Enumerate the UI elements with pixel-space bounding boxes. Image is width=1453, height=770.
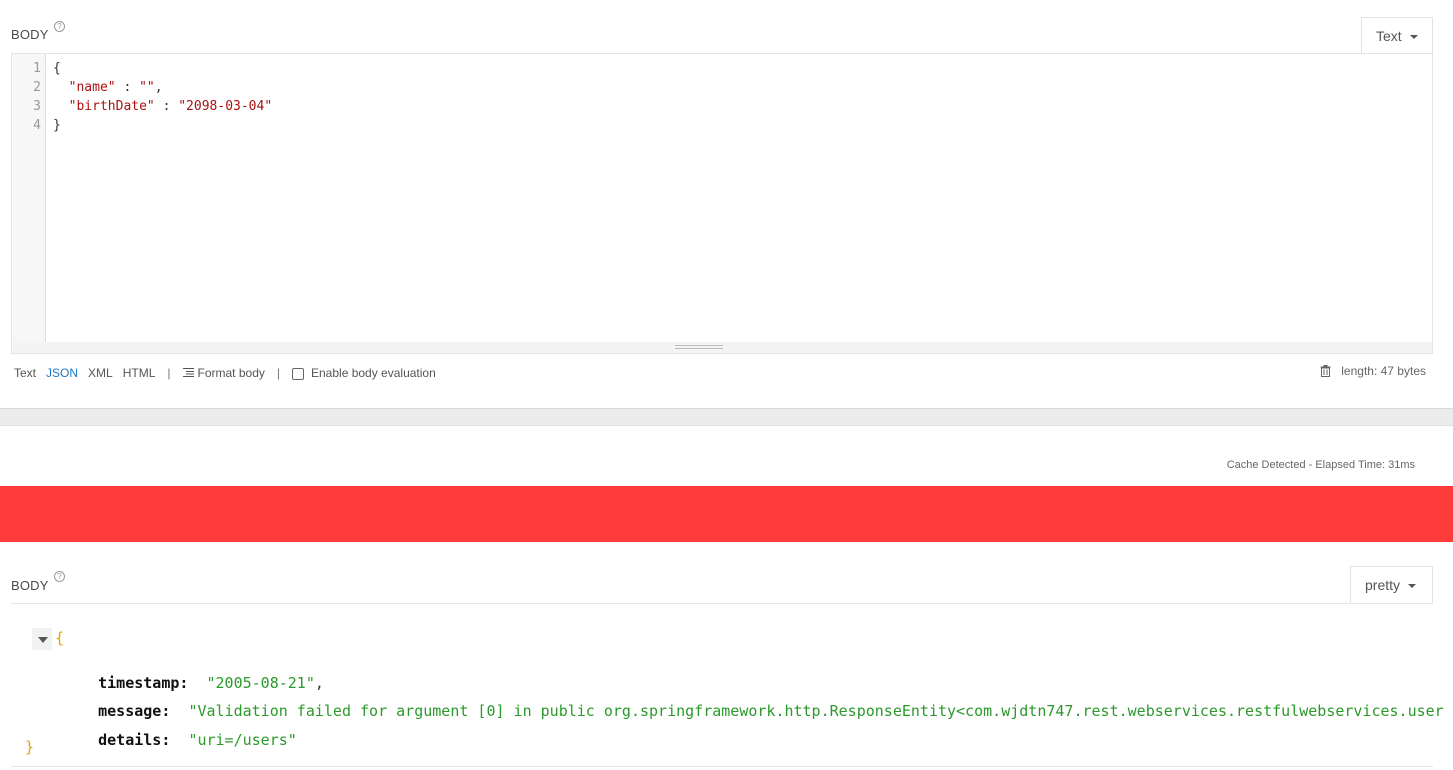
code-token-punct: ,: [154, 80, 163, 95]
body-type-dropdown[interactable]: Text: [1361, 17, 1433, 53]
json-value: "uri=/users": [188, 731, 297, 749]
editor-resize-handle[interactable]: [11, 342, 1433, 354]
chevron-down-icon: [1408, 584, 1417, 589]
code-token-str: "2098-03-04": [178, 99, 273, 114]
format-json-link[interactable]: JSON: [46, 366, 78, 380]
response-view-value: pretty: [1365, 577, 1401, 593]
response-view-dropdown[interactable]: pretty: [1350, 566, 1433, 603]
line-number-gutter: 1 2 3 4: [12, 54, 46, 342]
request-body-label: BODY: [11, 27, 49, 42]
enable-evaluation-checkbox[interactable]: [292, 367, 304, 380]
body-meta: length: 47 bytes: [1320, 364, 1426, 378]
help-icon[interactable]: ?: [54, 21, 65, 32]
enable-evaluation-label: Enable body evaluation: [311, 366, 436, 380]
code-line[interactable]: "birthDate" : "2098-03-04": [53, 97, 273, 116]
format-xml-link[interactable]: XML: [88, 366, 113, 380]
section-gap: [0, 408, 1453, 426]
collapse-toggle-icon[interactable]: [32, 628, 52, 650]
json-key: details:: [98, 731, 171, 749]
enable-body-evaluation[interactable]: Enable body evaluation: [292, 366, 436, 380]
code-line[interactable]: {: [53, 59, 61, 78]
code-token-key: "birthDate": [68, 99, 155, 114]
code-token-str: "": [139, 80, 155, 95]
line-number: 3: [33, 99, 41, 114]
divider: [11, 603, 1433, 604]
divider: [11, 766, 1433, 767]
code-token-key: "name": [68, 80, 116, 95]
format-html-link[interactable]: HTML: [123, 366, 156, 380]
request-body-section: BODY ? Text 1 2 3 4 { "name" : "", "birt…: [0, 0, 1453, 408]
toolbar-separator: |: [167, 366, 171, 380]
code-token-punct: [53, 80, 69, 95]
help-icon[interactable]: ?: [54, 571, 65, 582]
json-field: details: "uri=/users": [62, 710, 297, 770]
line-number: 4: [33, 118, 41, 133]
format-body-label: Format body: [197, 366, 265, 380]
code-token-punct: [53, 99, 69, 114]
code-line[interactable]: }: [53, 116, 61, 135]
json-value: "Validation failed for argument [0] in p…: [188, 702, 1444, 720]
code-token-punct: {: [53, 61, 61, 76]
close-brace: }: [25, 738, 35, 756]
line-number: 2: [33, 80, 41, 95]
code-token-punct: }: [53, 118, 61, 133]
code-line[interactable]: "name" : "",: [53, 78, 163, 97]
chevron-down-icon: [1409, 35, 1418, 40]
format-text-link[interactable]: Text: [14, 366, 36, 380]
body-format-toolbar: Text JSON XML HTML | Format body | Enabl…: [14, 364, 446, 382]
toolbar-separator: |: [276, 366, 280, 380]
code-token-punct: :: [154, 99, 179, 114]
response-body-label: BODY: [11, 578, 49, 593]
trash-icon[interactable]: [1320, 365, 1331, 377]
line-number: 1: [33, 61, 41, 76]
request-body-editor[interactable]: 1 2 3 4 { "name" : "", "birthDate" : "20…: [11, 53, 1433, 343]
code-token-punct: :: [115, 80, 140, 95]
body-type-value: Text: [1376, 28, 1402, 44]
format-body-button[interactable]: Format body: [182, 366, 265, 380]
grip-line: [675, 345, 723, 346]
elapsed-time: Cache Detected - Elapsed Time: 31ms: [1226, 459, 1415, 471]
open-brace: {: [55, 629, 65, 647]
grip-line: [675, 348, 723, 349]
body-length: length: 47 bytes: [1341, 364, 1426, 378]
response-status-bar: [0, 486, 1453, 542]
format-lines-icon: [182, 368, 194, 378]
